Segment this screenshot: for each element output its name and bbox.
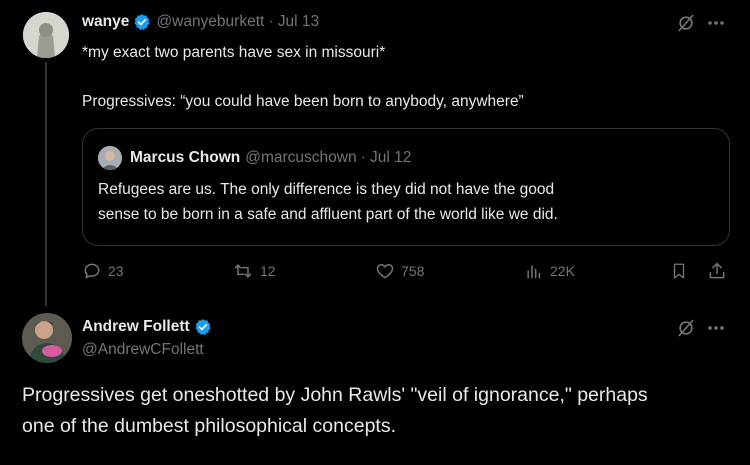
quote-text-line2: sense to be born in a safe and affluent …: [98, 206, 558, 223]
author-name[interactable]: Andrew Follett: [82, 318, 190, 336]
tweet-date[interactable]: · Jul 13: [268, 13, 319, 31]
author-name[interactable]: wanye: [82, 13, 129, 31]
quote-text-line1: Refugees are us. The only difference is …: [98, 181, 555, 198]
grok-icon[interactable]: [675, 12, 697, 34]
author-handle[interactable]: @AndrewCFollett: [82, 341, 204, 359]
avatar-wanye[interactable]: [23, 12, 69, 58]
thread-line: [45, 62, 47, 306]
reply-button[interactable]: 23: [82, 260, 124, 282]
quote-author-handle[interactable]: @marcuschown: [245, 149, 356, 167]
repost-icon: [232, 261, 254, 281]
reply-icon: [82, 261, 102, 281]
avatar-marcus-chown[interactable]: [98, 146, 122, 170]
share-icon[interactable]: [706, 260, 728, 282]
more-options-icon[interactable]: [705, 12, 727, 34]
tweet2-text-line1: Progressives get oneshotted by John Rawl…: [22, 384, 648, 406]
quote-date[interactable]: · Jul 12: [361, 149, 412, 167]
verified-badge-icon: [133, 13, 151, 31]
tweet1-text-line1: *my exact two parents have sex in missou…: [82, 44, 386, 61]
tweet2-text-line2: one of the dumbest philosophical concept…: [22, 415, 396, 437]
repost-count: 12: [260, 263, 276, 279]
author-handle[interactable]: @wanyeburkett: [156, 13, 264, 31]
repost-button[interactable]: 12: [232, 260, 276, 282]
tweet1-text-line2: Progressives: “you could have been born …: [82, 93, 524, 110]
quote-header: Marcus Chown @marcuschown · Jul 12: [130, 148, 411, 168]
reply-count: 23: [108, 263, 124, 279]
tweet1-header: wanye @wanyeburkett · Jul 13: [82, 12, 319, 32]
analytics-icon: [524, 261, 544, 281]
grok-icon[interactable]: [675, 317, 697, 339]
bookmark-icon[interactable]: [668, 260, 690, 282]
views-count: 22K: [550, 263, 575, 279]
like-button[interactable]: 758: [375, 260, 424, 282]
quote-author-name[interactable]: Marcus Chown: [130, 149, 240, 167]
verified-badge-icon: [194, 318, 212, 336]
heart-icon: [375, 261, 395, 281]
views-button[interactable]: 22K: [524, 260, 575, 282]
avatar-andrew-follett[interactable]: [22, 313, 72, 363]
tweet2-name-row: Andrew Follett: [82, 316, 212, 338]
like-count: 758: [401, 263, 425, 279]
more-options-icon[interactable]: [705, 317, 727, 339]
